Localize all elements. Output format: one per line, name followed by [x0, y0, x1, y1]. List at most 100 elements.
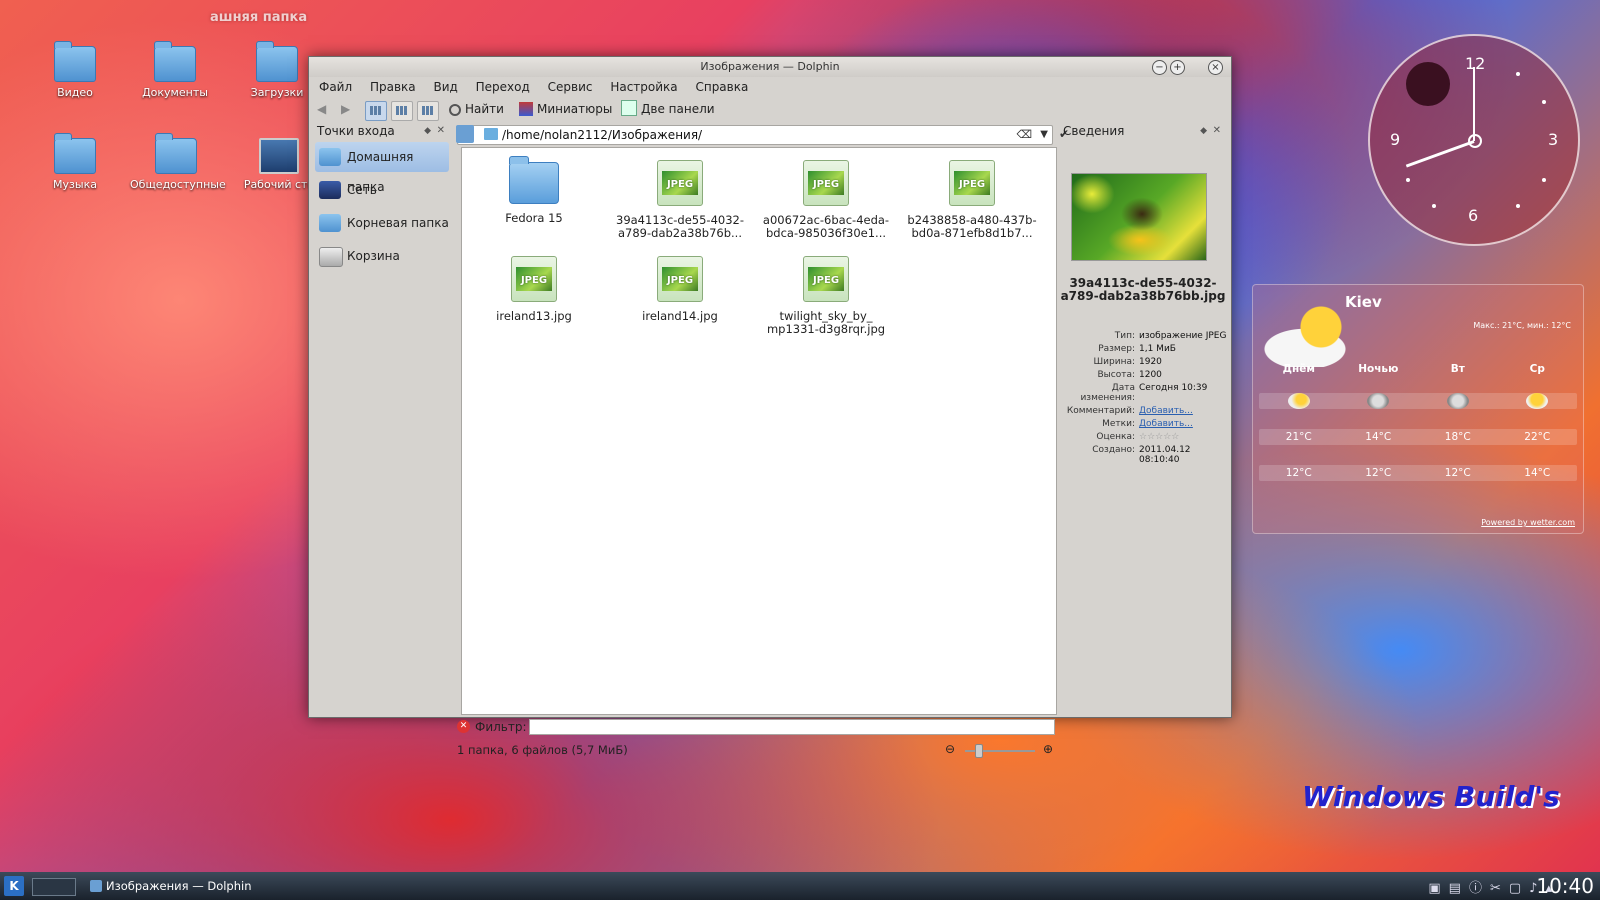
info-row-width: Ширина: 1920 [1093, 357, 1162, 367]
folder-icon [54, 133, 96, 174]
zoom-slider-handle[interactable] [975, 744, 983, 758]
place-network[interactable]: Сеть [315, 175, 449, 205]
menu-tools[interactable]: Сервис [541, 77, 600, 97]
weather-powered-link[interactable]: Powered by wetter.com [1481, 518, 1575, 527]
menu-edit[interactable]: Правка [363, 77, 423, 97]
task-dolphin[interactable]: Изображения — Dolphin [88, 876, 252, 896]
info-row-rating: Оценка: ☆☆☆☆☆ [1059, 432, 1227, 442]
icons-view-button[interactable] [365, 101, 387, 121]
weather-lows: 12°C 12°C 12°C 14°C [1259, 467, 1577, 479]
close-filter-icon[interactable]: ✕ [457, 720, 470, 733]
desktop-icon-public[interactable]: Общедоступные [130, 133, 226, 191]
folder-icon [154, 41, 196, 82]
desktop-pager[interactable] [32, 878, 76, 896]
taskbar: K Изображения — Dolphin ▣▤ⓘ✂▢♪▴ 10:40 [0, 872, 1600, 900]
file-name: b2438858-a480-437b-bd0a-871efb8d1b7... [907, 213, 1037, 240]
desktop-icon-music[interactable]: Музыка [30, 133, 120, 191]
klipper-icon[interactable]: ✂ [1490, 881, 1509, 896]
thumbnails-button[interactable]: Миниатюры [519, 100, 612, 118]
pin-icon[interactable]: ◆ [424, 123, 431, 139]
file-item[interactable]: JPEG twilight_sky_by_ mp1331-d3g8rqr.jpg [756, 250, 896, 336]
file-view[interactable]: Fedora 15 JPEG 39a4113c-de55-4032-a789-d… [461, 147, 1057, 715]
rating-stars[interactable]: ☆☆☆☆☆ [1139, 432, 1227, 442]
find-button[interactable]: Найти [449, 100, 504, 118]
file-item[interactable]: JPEG a00672ac-6bac-4eda-bdca-985036f30e1… [756, 154, 896, 240]
filter-input[interactable] [529, 719, 1055, 735]
location-bar[interactable]: /home/nolan2112/Изображения/ ⌫ ▼ [456, 125, 1053, 145]
chevron-down-icon[interactable]: ▼ [1040, 126, 1048, 144]
location-input[interactable]: /home/nolan2112/Изображения/ [502, 126, 702, 144]
desktop-icon-documents[interactable]: Документы [130, 41, 220, 99]
zoom-in-icon[interactable]: ⊕ [1043, 742, 1053, 756]
info-row-tags: Метки: Добавить... [1059, 419, 1227, 429]
window-title: Изображения — Dolphin [700, 60, 840, 73]
zoom-out-icon[interactable]: ⊖ [945, 742, 955, 756]
desktop-icon-label: Рабочий сто [243, 178, 315, 191]
maximize-button[interactable]: + [1170, 60, 1185, 75]
file-name: ireland14.jpg [642, 309, 718, 323]
jpeg-icon: JPEG [803, 160, 849, 206]
analog-clock-widget[interactable]: 12 3 6 9 [1368, 34, 1580, 246]
system-monitor-icon[interactable]: ▤ [1449, 881, 1469, 896]
close-button[interactable]: × [1208, 60, 1223, 75]
home-icon[interactable] [456, 125, 474, 143]
clock-tick [1516, 72, 1520, 76]
weather-high: 18°C [1444, 431, 1471, 443]
info-row-modified: Дата изменения: Сегодня 10:39 [1080, 383, 1208, 403]
filter-bar: ✕ Фильтр: [457, 717, 1055, 737]
partly-cloudy-icon [1287, 393, 1310, 409]
weather-period: Ср [1529, 363, 1545, 375]
desktop-icon-label: Музыка [53, 178, 97, 191]
clock-numeral-6: 6 [1468, 206, 1479, 225]
file-name: ireland13.jpg [496, 309, 572, 323]
place-home[interactable]: Домашняя папка [315, 142, 449, 194]
file-name: Fedora 15 [505, 211, 563, 225]
file-item[interactable]: Fedora 15 [464, 154, 604, 225]
desktop-icon-video[interactable]: Видео [30, 41, 120, 99]
file-item[interactable]: JPEG 39a4113c-de55-4032-a789-dab2a38b76b… [610, 154, 750, 240]
sun-cloud-icon [1259, 299, 1359, 367]
window-titlebar[interactable]: Изображения — Dolphin − + × [309, 57, 1231, 77]
info-icon[interactable]: ⓘ [1469, 881, 1490, 896]
menu-view[interactable]: Вид [426, 77, 464, 97]
place-trash[interactable]: Корзина [315, 241, 449, 271]
details-view-button[interactable] [391, 101, 413, 121]
add-tags-link[interactable]: Добавить... [1139, 419, 1227, 429]
clear-location-icon[interactable]: ⌫ [1016, 126, 1032, 144]
terminal-icon[interactable]: ▣ [1428, 881, 1448, 896]
file-item[interactable]: JPEG b2438858-a480-437b-bd0a-871efb8d1b7… [902, 154, 1042, 240]
clock-tick [1406, 178, 1410, 182]
trash-icon [319, 247, 343, 267]
menu-file[interactable]: Файл [312, 77, 359, 97]
kde-menu-button[interactable]: K [4, 876, 24, 896]
taskbar-clock[interactable]: 10:40 [1536, 874, 1594, 898]
forward-arrow-icon[interactable]: ▶ [341, 100, 350, 118]
brand-watermark: Windows Build's [1302, 780, 1560, 813]
pin-icon[interactable]: ◆ [1200, 123, 1207, 139]
weather-low: 12°C [1285, 467, 1312, 479]
file-item[interactable]: JPEG ireland13.jpg [464, 250, 604, 323]
menu-help[interactable]: Справка [688, 77, 755, 97]
weather-low: 12°C [1444, 467, 1471, 479]
weather-high: 14°C [1365, 431, 1392, 443]
add-comment-link[interactable]: Добавить... [1139, 406, 1227, 416]
file-item[interactable]: JPEG ireland14.jpg [610, 250, 750, 323]
close-icon[interactable]: ✕ [1213, 123, 1221, 139]
clock-tick [1432, 204, 1436, 208]
device-icon[interactable]: ▢ [1509, 881, 1529, 896]
split-view-button[interactable]: Две панели [621, 100, 715, 118]
menu-go[interactable]: Переход [469, 77, 537, 97]
place-root[interactable]: Корневая папка [315, 208, 449, 238]
columns-view-button[interactable] [417, 101, 439, 121]
places-header: Точки входа ◆ ✕ [317, 123, 445, 139]
close-icon[interactable]: ✕ [437, 123, 445, 139]
search-icon [449, 104, 461, 116]
information-header: Сведения ◆ ✕ [1063, 123, 1221, 139]
clock-tick [1516, 204, 1520, 208]
back-arrow-icon[interactable]: ◀ [317, 100, 326, 118]
status-text: 1 папка, 6 файлов (5,7 МиБ) [457, 743, 628, 757]
minimize-button[interactable]: − [1152, 60, 1167, 75]
weather-widget[interactable]: Kiev Макс.: 21°C, мин.: 12°C Днём Ночью … [1252, 284, 1584, 534]
weather-periods: Днём Ночью Вт Ср [1259, 363, 1577, 375]
menu-settings[interactable]: Настройка [603, 77, 684, 97]
